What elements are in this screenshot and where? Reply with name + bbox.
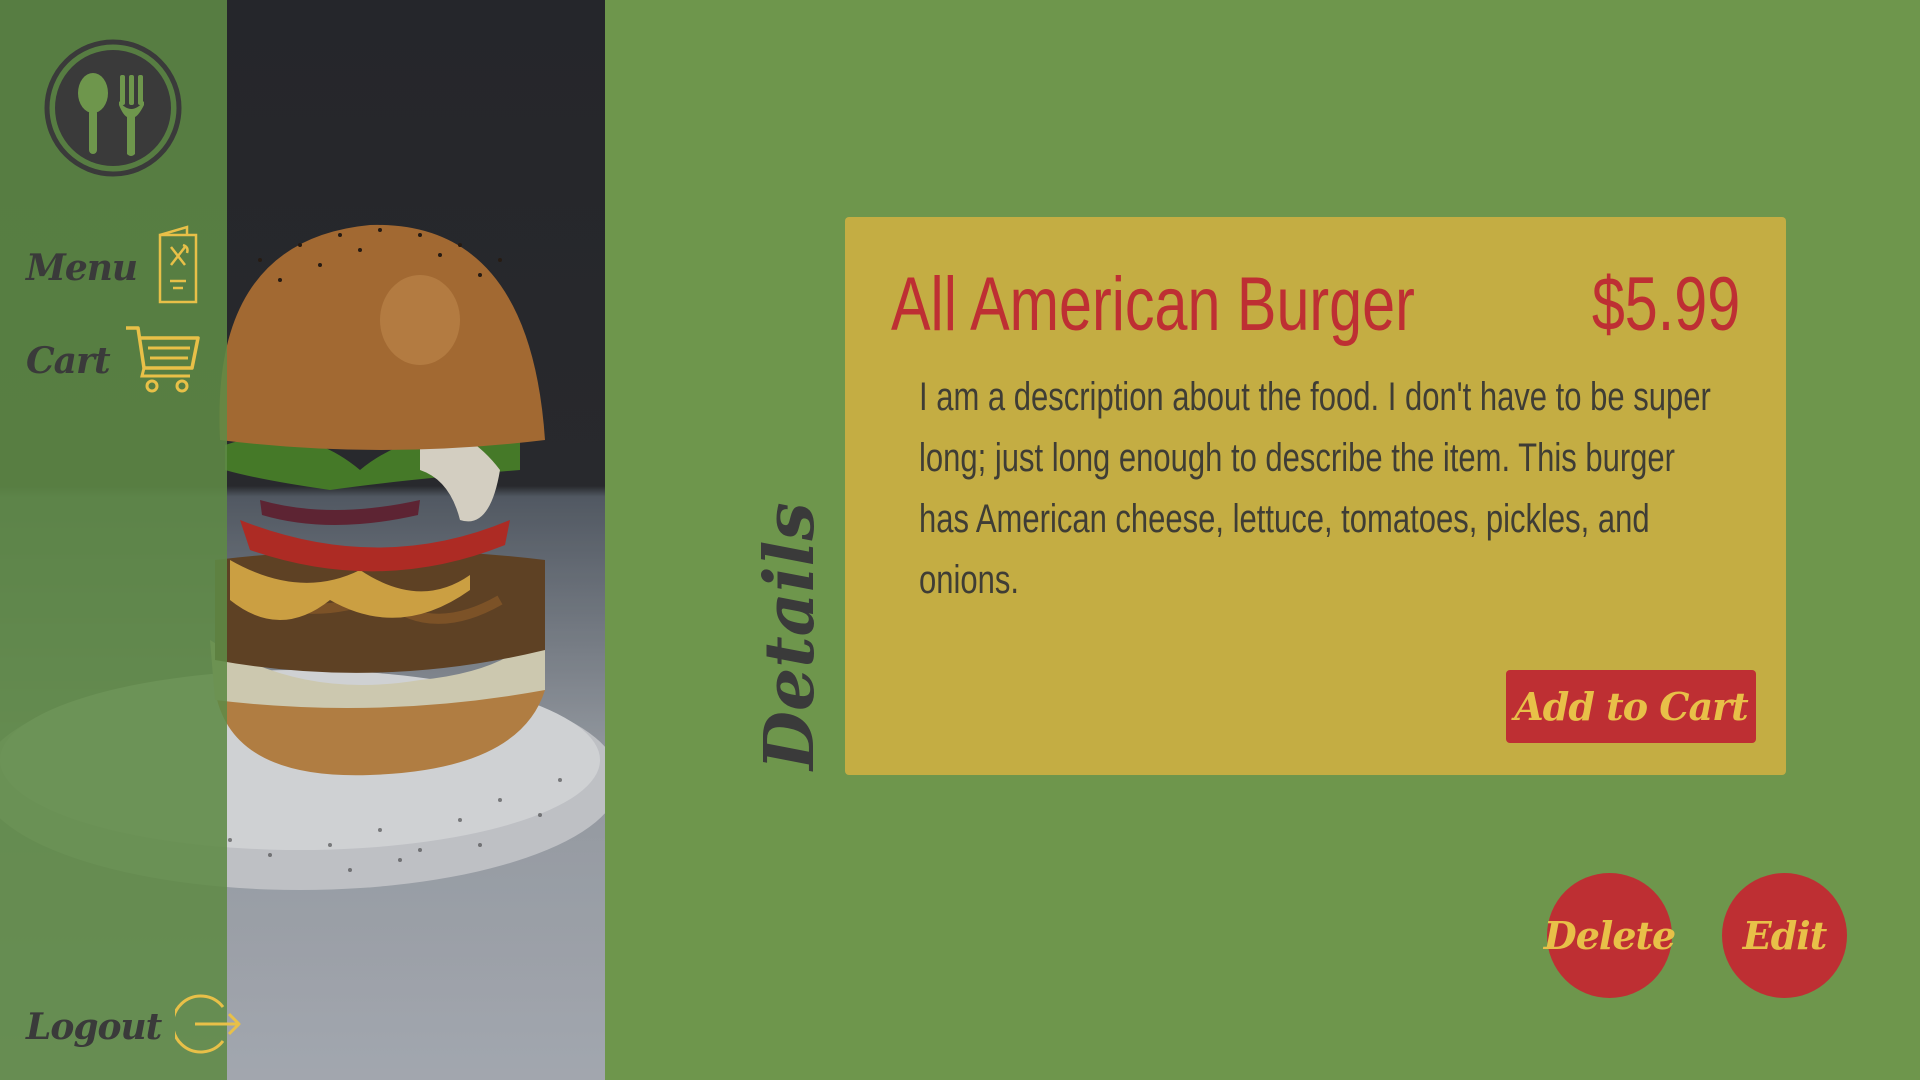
nav-item-cart[interactable]: Cart — [26, 322, 200, 399]
shopping-cart-icon — [124, 322, 200, 399]
logout-arrow-icon — [171, 993, 241, 1060]
spoon-fork-icon[interactable] — [44, 39, 182, 177]
logout-label: Logout — [26, 1005, 162, 1048]
edit-button[interactable]: Edit — [1722, 873, 1847, 998]
item-name: All American Burger — [891, 262, 1415, 347]
nav-menu-label: Menu — [26, 246, 138, 289]
sidebar: Menu Cart Logout — [0, 0, 241, 1080]
nav-item-menu[interactable]: Menu — [26, 225, 199, 310]
item-description: I am a description about the food. I don… — [919, 375, 1711, 602]
item-details-card: All American Burger $5.99 I am a descrip… — [845, 217, 1786, 775]
menu-card-icon — [157, 225, 199, 310]
food-details-page: Menu Cart Logout Details All American Bu… — [0, 0, 1920, 1080]
nav-cart-label: Cart — [26, 339, 111, 382]
section-title-details: Details — [750, 502, 830, 770]
delete-button[interactable]: Delete — [1544, 873, 1676, 998]
logout-button[interactable]: Logout — [26, 993, 241, 1060]
add-to-cart-button[interactable]: Add to Cart — [1506, 670, 1756, 743]
item-price: $5.99 — [1591, 262, 1740, 347]
